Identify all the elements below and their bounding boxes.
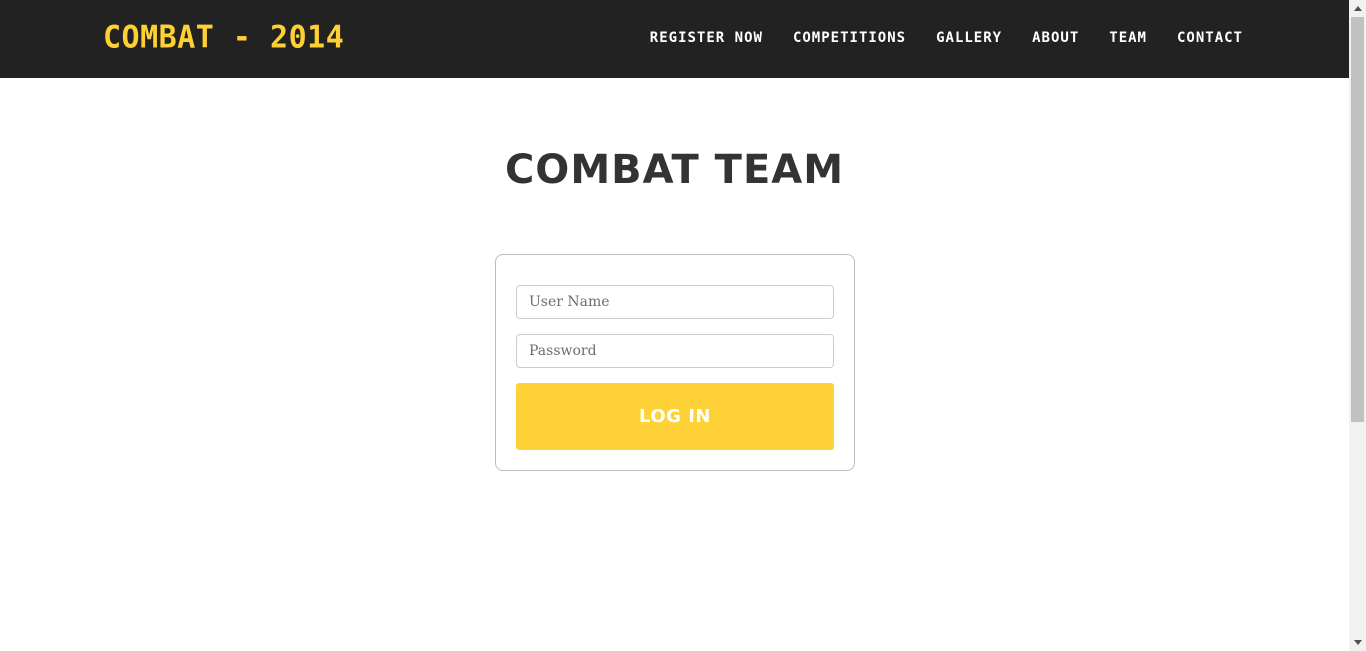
nav-link-contact[interactable]: CONTACT [1177,29,1243,47]
scroll-down-arrow-icon[interactable] [1349,634,1366,651]
nav-link-gallery[interactable]: GALLERY [936,29,1002,47]
page: COMBAT - 2014 REGISTER NOW COMPETITIONS … [0,0,1366,651]
login-button[interactable]: LOG IN [516,383,834,450]
navbar: COMBAT - 2014 REGISTER NOW COMPETITIONS … [0,0,1349,78]
nav-link-competitions[interactable]: COMPETITIONS [793,29,906,47]
nav-link-team[interactable]: TEAM [1109,29,1147,47]
scrollbar-thumb[interactable] [1351,17,1364,422]
vertical-scrollbar[interactable] [1349,0,1366,651]
page-title: COMBAT TEAM [504,147,845,193]
scroll-up-arrow-icon[interactable] [1349,0,1366,17]
login-form: LOG IN [495,254,855,471]
nav-link-about[interactable]: ABOUT [1032,29,1079,47]
nav-links: REGISTER NOW COMPETITIONS GALLERY ABOUT … [650,29,1243,47]
username-input[interactable] [516,285,834,319]
nav-link-register-now[interactable]: REGISTER NOW [650,29,763,47]
brand-logo[interactable]: COMBAT - 2014 [103,19,344,57]
password-input[interactable] [516,334,834,368]
